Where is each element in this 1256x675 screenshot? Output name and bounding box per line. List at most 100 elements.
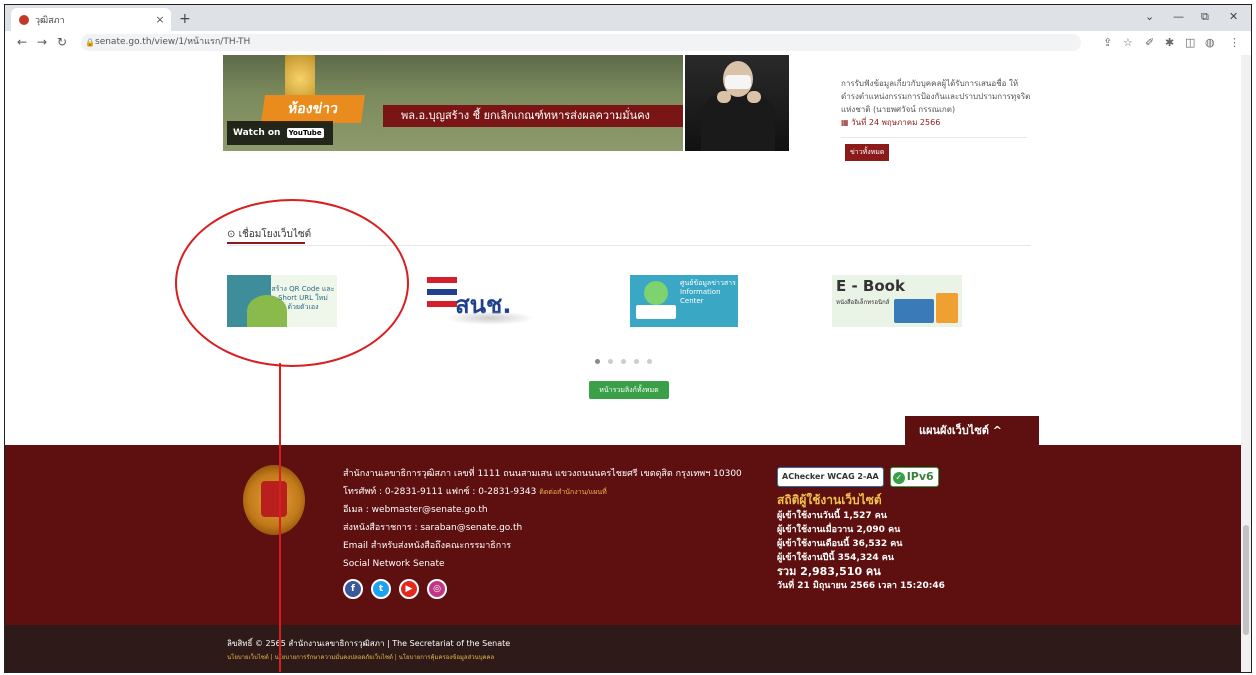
screenshot-frame: วุฒิสภา × + ⌄ — ⧉ ✕ ← → ↻ 🔒 senate.go.th… xyxy=(4,4,1252,673)
social-heading: Social Network Senate xyxy=(343,559,445,569)
ebook-banner-sub: หนังสืออิเล็กทรอนิกส์ xyxy=(836,299,890,306)
banner-snch[interactable]: สนช. xyxy=(425,275,535,327)
interpreter-body xyxy=(701,95,775,151)
ipv6-badge[interactable]: ✓ IPv6 xyxy=(889,467,939,487)
policy-links[interactable]: นโยบายเว็บไซต์ | นโยบายการรักษาความมั่นค… xyxy=(227,652,494,662)
senate-emblem-logo xyxy=(243,465,305,535)
profile-avatar-icon[interactable]: ◍ xyxy=(1205,36,1215,49)
page-scrollbar[interactable] xyxy=(1241,55,1251,672)
news-room-tag: ห้องข่าว xyxy=(261,95,365,123)
extensions-puzzle-icon[interactable]: ✱ xyxy=(1165,36,1174,49)
calendar-icon: ▦ xyxy=(841,118,852,127)
restore-button[interactable]: ⧉ xyxy=(1201,10,1209,24)
footer-bottom-bar: ลิขสิทธิ์ © 2565 สำนักงานเลขาธิการวุฒิสภ… xyxy=(5,625,1241,672)
stats-year: ผู้เข้าใช้งานปีนี้ 354,324 คน xyxy=(777,553,894,563)
minimize-button[interactable]: — xyxy=(1173,10,1184,23)
reload-icon[interactable]: ↻ xyxy=(57,35,67,49)
footer-contact: สำนักงานเลขาธิการวุฒิสภา เลขที่ 1111 ถนน… xyxy=(343,465,743,599)
ebook-banner-title: E - Book xyxy=(836,277,905,295)
side-panel-icon[interactable]: ◫ xyxy=(1185,36,1195,49)
news-date-text: วันที่ 24 พฤษภาคม 2566 xyxy=(851,118,941,127)
news-list: การรับฟังข้อมูลเกี่ยวกับบุคคลผู้ได้รับกา… xyxy=(841,77,1031,161)
thai-flag-icon xyxy=(427,277,457,307)
compliance-badges: AChecker WCAG 2-AA ✓ IPv6 xyxy=(777,467,977,487)
contact-map-link[interactable]: ติดต่อสำนักงาน/แผนที่ xyxy=(539,488,607,496)
footer-committee-email[interactable]: Email สำหรับส่งหนังสือถึงคณะกรรมาธิการ xyxy=(343,537,743,555)
twitter-icon[interactable]: t xyxy=(371,579,391,599)
social-icons: f t ▶ ◎ xyxy=(343,579,743,599)
video-headline: พล.อ.บุญสร้าง ชี้ ยกเลิกเกณฑ์ทหารส่งผลคว… xyxy=(383,105,683,127)
browser-tabbar: วุฒิสภา × + ⌄ — ⧉ ✕ xyxy=(5,5,1251,31)
news-item-title[interactable]: การรับฟังข้อมูลเกี่ยวกับบุคคลผู้ได้รับกา… xyxy=(841,79,1030,114)
check-icon: ✓ xyxy=(892,472,905,484)
bookmark-star-icon[interactable]: ☆ xyxy=(1123,36,1133,49)
facebook-icon[interactable]: f xyxy=(343,579,363,599)
copyright-text: ลิขสิทธิ์ © 2565 สำนักงานเลขาธิการวุฒิสภ… xyxy=(227,639,511,648)
scrollbar-thumb[interactable] xyxy=(1243,525,1249,635)
news-divider xyxy=(841,137,1027,138)
tab-close-icon[interactable]: × xyxy=(153,13,167,26)
address-bar[interactable]: 🔒 senate.go.th/view/1/หน้าแรก/TH-TH xyxy=(81,34,1081,51)
page-viewport: ห้องข่าว พล.อ.บุญสร้าง ชี้ ยกเลิกเกณฑ์ทห… xyxy=(5,55,1251,672)
annotation-circle xyxy=(175,199,409,367)
all-links-button[interactable]: หน้ารวมลิงก์ทั้งหมด xyxy=(589,381,669,399)
snch-shadow xyxy=(445,311,535,325)
stats-today: ผู้เข้าใช้งานวันนี้ 1,527 คน xyxy=(777,511,887,521)
share-icon[interactable]: ⇪ xyxy=(1103,36,1112,49)
senate-favicon-icon xyxy=(19,14,29,25)
news-item[interactable]: การรับฟังข้อมูลเกี่ยวกับบุคคลผู้ได้รับกา… xyxy=(841,77,1031,116)
ebook-tablet-graphic xyxy=(936,293,958,323)
lock-icon: 🔒 xyxy=(85,38,95,47)
stats-heading: สถิติผู้ใช้งานเว็บไซต์ xyxy=(777,493,882,507)
visitor-stats: AChecker WCAG 2-AA ✓ IPv6 สถิติผู้ใช้งานเ… xyxy=(777,467,977,593)
info-tree-graphic xyxy=(644,281,668,305)
footer-phone: โทรศัพท์ : 0-2831-9111 แฟกซ์ : 0-2831-93… xyxy=(343,487,537,497)
interpreter-mask xyxy=(725,75,751,89)
footer-address: สำนักงานเลขาธิการวุฒิสภา เลขที่ 1111 ถนน… xyxy=(343,469,742,479)
url-text: senate.go.th/view/1/หน้าแรก/TH-TH xyxy=(95,37,251,47)
stats-total: รวม 2,983,510 คน xyxy=(777,565,881,578)
menu-kebab-icon[interactable]: ⋮ xyxy=(1229,36,1240,49)
forward-arrow-icon[interactable]: → xyxy=(37,35,47,49)
carousel-dots xyxy=(595,359,652,364)
carousel-dot[interactable] xyxy=(595,359,600,364)
footer-phone-row: โทรศัพท์ : 0-2831-9111 แฟกซ์ : 0-2831-93… xyxy=(343,483,743,501)
sign-language-interpreter-video[interactable] xyxy=(685,55,789,151)
stats-month: ผู้เข้าใช้งานเดือนนี้ 36,532 คน xyxy=(777,539,903,549)
youtube-logo-icon: YouTube xyxy=(286,128,324,138)
browser-toolbar: ← → ↻ 🔒 senate.go.th/view/1/หน้าแรก/TH-T… xyxy=(5,31,1251,56)
tab-title: วุฒิสภา xyxy=(35,15,65,26)
watch-on-youtube-button[interactable]: Watch on YouTube xyxy=(227,121,333,145)
all-news-button[interactable]: ข่าวทั้งหมด xyxy=(845,144,890,161)
back-arrow-icon[interactable]: ← xyxy=(17,35,27,49)
carousel-dot[interactable] xyxy=(621,359,626,364)
banner-ebook[interactable]: E - Book หนังสืออิเล็กทรอนิกส์ xyxy=(832,275,962,327)
achecker-badge[interactable]: AChecker WCAG 2-AA xyxy=(777,467,884,487)
tab-search-icon[interactable]: ⌄ xyxy=(1145,10,1154,23)
new-tab-button[interactable]: + xyxy=(179,11,191,27)
watch-on-label: Watch on xyxy=(233,128,281,138)
instagram-icon[interactable]: ◎ xyxy=(427,579,447,599)
site-footer: สำนักงานเลขาธิการวุฒิสภา เลขที่ 1111 ถนน… xyxy=(5,445,1241,625)
carousel-dot[interactable] xyxy=(608,359,613,364)
annotation-line xyxy=(279,363,281,672)
stats-yesterday: ผู้เข้าใช้งานเมื่อวาน 2,090 คน xyxy=(777,525,901,535)
close-window-button[interactable]: ✕ xyxy=(1229,10,1238,23)
sitemap-toggle-button[interactable]: แผนผังเว็บไซต์ ^ xyxy=(905,416,1039,445)
stats-datetime: วันที่ 21 มิถุนายน 2566 เวลา 15:20:46 xyxy=(777,581,945,591)
news-item-date: ▦ วันที่ 24 พฤษภาคม 2566 xyxy=(841,116,1031,129)
youtube-icon[interactable]: ▶ xyxy=(399,579,419,599)
ebook-laptop-graphic xyxy=(894,299,934,323)
news-video-thumbnail[interactable]: ห้องข่าว พล.อ.บุญสร้าง ชี้ ยกเลิกเกณฑ์ทห… xyxy=(223,55,683,151)
info-banner-text: ศูนย์ข้อมูลข่าวสาร Information Center xyxy=(680,279,736,305)
carousel-dot[interactable] xyxy=(647,359,652,364)
interpreter-hand-right xyxy=(747,91,761,103)
carousel-dot[interactable] xyxy=(634,359,639,364)
interpreter-hand-left xyxy=(717,91,731,103)
ipv6-label: IPv6 xyxy=(906,470,934,483)
extension-icon[interactable]: ✐ xyxy=(1145,36,1154,49)
browser-tab[interactable]: วุฒิสภา × xyxy=(11,8,171,31)
footer-saraban[interactable]: ส่งหนังสือราชการ : saraban@senate.go.th xyxy=(343,519,743,537)
footer-email[interactable]: อีเมล : webmaster@senate.go.th xyxy=(343,501,743,519)
banner-info-center[interactable]: ศูนย์ข้อมูลข่าวสาร Information Center xyxy=(630,275,738,327)
